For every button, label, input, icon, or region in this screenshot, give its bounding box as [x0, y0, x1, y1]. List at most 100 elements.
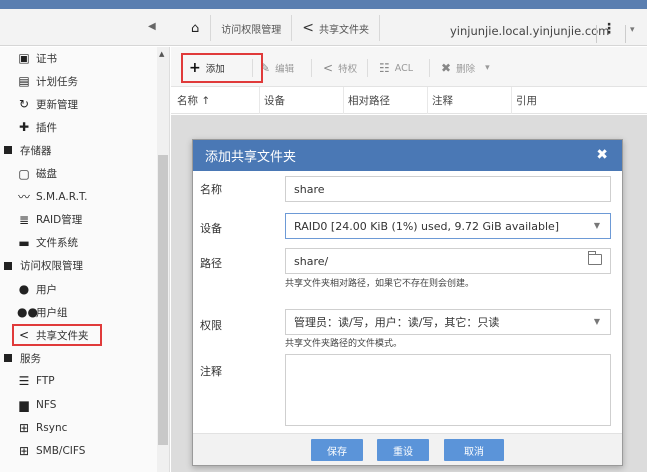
certificate-icon: ▣	[18, 51, 30, 65]
list-icon: ☷	[379, 61, 390, 75]
breadcrumb-access-rights[interactable]: 访问权限管理	[211, 15, 293, 41]
sidebar-item[interactable]: ● 用户	[17, 278, 57, 300]
sidebar-item-label: FTP	[36, 375, 55, 388]
top-bar: ◀ ⌂ 访问权限管理 < 共享文件夹 yinjunjie.local.yinju…	[0, 9, 647, 46]
sidebar-item[interactable]: 〰 S.M.A.R.T.	[17, 186, 88, 208]
collapse-sidebar-icon[interactable]: ◀	[148, 21, 156, 32]
acl-button[interactable]: ☷ ACL	[379, 57, 413, 79]
comment-textarea[interactable]	[285, 354, 611, 426]
sidebar-item[interactable]: ▤ 计划任务	[17, 70, 78, 92]
server-icon: ☰	[18, 374, 30, 389]
sidebar-item-label: 访问权限管理	[20, 260, 83, 273]
name-label: 名称	[200, 183, 222, 196]
sidebar-item-label: 证书	[36, 52, 57, 65]
sidebar-item[interactable]: ▆ NFS	[17, 394, 56, 416]
add-shared-folder-dialog: 添加共享文件夹 ✖ 名称 share 设备 RAID0 [24.00 KiB (…	[192, 139, 623, 466]
collapse-square-icon	[4, 259, 12, 273]
calendar-icon: ▤	[18, 74, 30, 89]
shared-folders-highlight	[12, 324, 102, 347]
share-icon: <	[302, 20, 314, 36]
permissions-label: 权限	[200, 319, 222, 332]
divider	[596, 25, 597, 43]
home-icon[interactable]: ⌂	[180, 15, 212, 41]
name-field[interactable]: share	[285, 176, 611, 202]
delete-button[interactable]: ✖ 删除 ▾	[441, 57, 490, 79]
share-icon: <	[323, 61, 334, 75]
sidebar-item[interactable]: ✚ 插件	[17, 116, 57, 138]
disk-icon: ▢	[18, 166, 30, 181]
top-accent-strip	[0, 0, 647, 9]
column-header-comment[interactable]: 注释	[427, 87, 511, 114]
column-header-relative-path[interactable]: 相对路径	[343, 87, 427, 114]
close-icon[interactable]: ✖	[596, 147, 608, 163]
hostname: yinjunjie.local.yinjunjie.com	[450, 24, 610, 38]
column-header-device[interactable]: 设备	[259, 87, 343, 114]
privilege-button[interactable]: < 特权	[323, 57, 357, 79]
column-header-references[interactable]: 引用	[511, 87, 647, 114]
sidebar: ▲ ▣ 证书 ▤ 计划任务 ↻ 更新管理 ✚ 插件存储器 ▢ 磁盘〰 S.M.A.R.T. ≣ RAID…	[0, 47, 170, 472]
path-field[interactable]: share/	[285, 248, 611, 274]
users-icon: ●●	[17, 305, 38, 320]
device-select[interactable]: RAID0 [24.00 KiB (1%) used, 9.72 GiB ava…	[285, 213, 611, 239]
filesystem-icon: ▬	[18, 235, 30, 250]
delete-button-label: 删除	[456, 64, 476, 75]
acl-button-label: ACL	[394, 62, 414, 74]
sidebar-item[interactable]: 访问权限管理	[4, 255, 83, 277]
device-label: 设备	[200, 222, 222, 235]
sidebar-item[interactable]: ●● 用户组	[17, 301, 68, 323]
column-header-name[interactable]: 名称 ↑	[171, 87, 259, 114]
dialog-footer: 保存 重设 取消	[193, 433, 622, 465]
sidebar-item-label: RAID管理	[36, 214, 83, 227]
sidebar-item[interactable]: ⊞ SMB/CIFS	[17, 440, 85, 462]
sidebar-scrollbar-thumb[interactable]	[158, 155, 168, 445]
sidebar-item[interactable]: ▢ 磁盘	[17, 163, 57, 185]
reset-button[interactable]: 重设	[377, 439, 429, 461]
device-select-value: RAID0 [24.00 KiB (1%) used, 9.72 GiB ava…	[294, 219, 560, 233]
sidebar-item-label: 用户	[36, 283, 57, 296]
sidebar-item[interactable]: ▣ 证书	[17, 47, 57, 69]
sidebar-item-label: Rsync	[36, 421, 68, 434]
monitor-icon: ▆	[19, 397, 29, 412]
save-button[interactable]: 保存	[311, 439, 363, 461]
sidebar-item[interactable]: ☰ FTP	[17, 370, 55, 392]
chevron-down-icon[interactable]: ▾	[630, 25, 635, 35]
breadcrumb-shared-folders[interactable]: < 共享文件夹	[292, 15, 380, 41]
sidebar-item[interactable]: ↻ 更新管理	[17, 93, 78, 115]
sidebar-item[interactable]: ▬ 文件系统	[17, 232, 78, 254]
sidebar-item-label: 插件	[36, 121, 57, 134]
collapse-square-icon	[4, 143, 12, 157]
sidebar-item[interactable]: ≣ RAID管理	[17, 209, 82, 231]
permissions-select[interactable]: 管理员：读/写，用户：读/写，其它：只读 ▼	[285, 309, 611, 335]
sidebar-item[interactable]: 服务	[4, 347, 41, 369]
sidebar-item-label: 文件系统	[36, 237, 78, 250]
sidebar-item-label: 服务	[20, 352, 41, 365]
dialog-title: 添加共享文件夹	[205, 150, 297, 165]
sidebar-item[interactable]: ⊞ Rsync	[17, 417, 67, 439]
cancel-button[interactable]: 取消	[444, 439, 504, 461]
path-label: 路径	[200, 257, 222, 270]
add-button-highlight	[181, 53, 263, 83]
divider	[367, 59, 368, 77]
sidebar-item-label: 存储器	[20, 144, 52, 157]
chevron-down-icon[interactable]: ▼	[594, 317, 600, 326]
scroll-up-icon[interactable]: ▲	[159, 50, 164, 58]
folder-icon[interactable]	[588, 251, 602, 265]
pulse-icon: 〰	[17, 190, 30, 205]
breadcrumb-shared-folders-label: 共享文件夹	[319, 24, 369, 36]
sidebar-item-label: 更新管理	[36, 98, 78, 111]
windows-icon: ⊞	[18, 443, 30, 458]
sidebar-item-label: NFS	[36, 398, 57, 411]
sidebar-item-label: S.M.A.R.T.	[36, 190, 88, 203]
sidebar-item-label: 计划任务	[36, 75, 78, 88]
privilege-button-label: 特权	[338, 64, 358, 75]
dialog-header: 添加共享文件夹 ✖	[193, 140, 622, 171]
divider	[625, 25, 626, 43]
sidebar-item[interactable]: 存储器	[4, 139, 52, 161]
edit-button-label: 编辑	[275, 64, 295, 75]
chevron-down-icon[interactable]: ▼	[594, 221, 600, 230]
chevron-down-icon[interactable]: ▾	[485, 63, 490, 73]
plugin-icon: ✚	[18, 120, 30, 135]
menu-kebab-icon[interactable]: ⋮	[602, 21, 616, 37]
edit-button[interactable]: ✎ 编辑	[260, 57, 294, 79]
refresh-icon: ↻	[18, 97, 30, 112]
